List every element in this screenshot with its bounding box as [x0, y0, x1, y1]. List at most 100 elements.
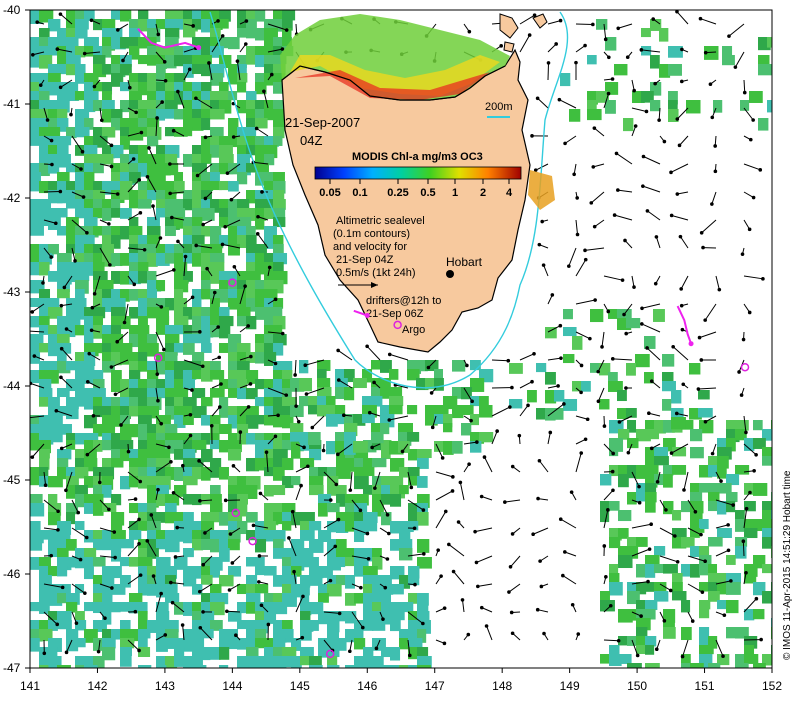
chl-pixel: [372, 458, 386, 467]
chl-pixel: [645, 564, 655, 578]
velocity-arrow-head: [459, 481, 463, 485]
velocity-arrow-head: [751, 118, 755, 122]
chl-pixel: [264, 566, 277, 576]
velocity-arrow-head: [231, 561, 235, 565]
chl-pixel: [165, 334, 179, 344]
chl-pixel: [309, 485, 324, 495]
chl-pixel: [596, 19, 607, 30]
velocity-arrow-head: [197, 459, 201, 463]
chl-pixel: [165, 28, 179, 39]
chl-pixel: [129, 73, 139, 82]
chl-pixel: [641, 28, 651, 37]
velocity-arrow-head: [116, 192, 120, 196]
y-axis-tick-label: -42: [3, 191, 21, 205]
altimetry-note-line-1: Altimetric sealevel: [336, 215, 425, 227]
velocity-arrow-head: [681, 328, 685, 332]
chl-pixel: [246, 271, 261, 281]
altimetry-note-line-3: and velocity for: [333, 241, 407, 253]
velocity-arrow-head: [216, 325, 220, 329]
velocity-arrow-head: [679, 235, 683, 239]
velocity-arrow-head: [348, 649, 352, 653]
velocity-arrow-head: [234, 633, 238, 637]
velocity-arrow-head: [61, 586, 65, 590]
velocity-arrow-head: [336, 453, 340, 457]
velocity-arrow-head: [329, 579, 333, 583]
velocity-arrow-head: [586, 417, 590, 421]
velocity-arrow-head: [556, 384, 560, 388]
velocity-arrow-head: [583, 44, 587, 48]
velocity-arrow-head: [134, 497, 138, 501]
velocity-arrow-head: [146, 175, 150, 179]
chl-pixel: [282, 10, 295, 20]
chl-pixel: [753, 663, 766, 676]
velocity-arrow-head: [413, 583, 417, 587]
chl-pixel: [156, 458, 171, 468]
x-axis-tick-label: 148: [492, 679, 512, 693]
chl-pixel: [371, 396, 382, 407]
velocity-arrow-head: [361, 626, 365, 630]
chl-pixel: [318, 494, 331, 504]
velocity-arrow-head: [551, 293, 555, 297]
chl-pixel: [771, 645, 783, 654]
velocity-arrow-head: [92, 414, 96, 418]
chl-pixel: [662, 381, 676, 391]
velocity-arrow-head: [334, 483, 338, 487]
velocity-arrow-head: [119, 423, 123, 427]
velocity-arrow-head: [255, 127, 259, 131]
velocity-arrow-head: [511, 532, 515, 536]
velocity-arrow-head: [115, 340, 119, 344]
x-axis-tick-label: 152: [762, 679, 782, 693]
velocity-arrow-head: [156, 488, 160, 492]
velocity-arrow-head: [655, 235, 659, 239]
chl-pixel: [102, 244, 114, 254]
velocity-arrow-head: [81, 150, 85, 154]
chl-pixel: [75, 449, 85, 459]
chl-pixel: [353, 441, 368, 453]
chl-pixel: [264, 665, 274, 677]
chl-pixel: [618, 510, 631, 521]
velocity-arrow-head: [370, 446, 374, 450]
velocity-arrow-head: [163, 60, 167, 64]
chl-pixel: [111, 584, 125, 595]
velocity-arrow-head: [670, 451, 674, 455]
chl-pixel: [201, 208, 215, 221]
velocity-arrow-head: [63, 286, 67, 290]
velocity-arrow-head: [388, 353, 392, 357]
velocity-arrow-head: [85, 536, 89, 540]
chl-pixel: [201, 118, 210, 130]
velocity-arrow-head: [698, 336, 702, 340]
velocity-arrow-head: [116, 28, 120, 32]
velocity-arrow-head: [121, 59, 125, 63]
velocity-arrow-head: [451, 489, 455, 493]
velocity-arrow-head: [260, 603, 264, 607]
velocity-arrow-head: [559, 19, 563, 23]
velocity-arrow-head: [508, 405, 512, 409]
velocity-arrow-head: [451, 475, 455, 479]
chl-pixel: [264, 379, 274, 389]
velocity-arrow-head: [172, 129, 176, 133]
chl-pixel: [66, 361, 76, 370]
velocity-arrow-head: [128, 86, 132, 90]
chl-pixel: [210, 388, 225, 398]
velocity-arrow-head: [59, 85, 63, 89]
chl-pixel: [102, 100, 115, 109]
velocity-arrow-head: [329, 498, 333, 502]
velocity-arrow-head: [700, 358, 704, 362]
chl-pixel: [390, 521, 400, 533]
chl-pixel: [57, 109, 67, 118]
chl-pixel: [192, 217, 202, 227]
chl-pixel: [753, 609, 764, 619]
chl-pixel: [390, 494, 401, 507]
chl-pixel: [138, 316, 148, 326]
y-axis-tick-label: -46: [3, 567, 21, 581]
velocity-arrow-head: [704, 51, 708, 55]
velocity-arrow-head: [611, 470, 615, 474]
chl-pixel: [147, 163, 157, 173]
chl-pixel: [663, 465, 674, 476]
chl-pixel: [192, 602, 202, 613]
chl-pixel: [767, 100, 779, 112]
velocity-arrow-head: [589, 201, 593, 205]
velocity-arrow-head: [611, 77, 615, 81]
velocity-arrow-head: [387, 532, 391, 536]
chl-pixel: [662, 354, 674, 367]
